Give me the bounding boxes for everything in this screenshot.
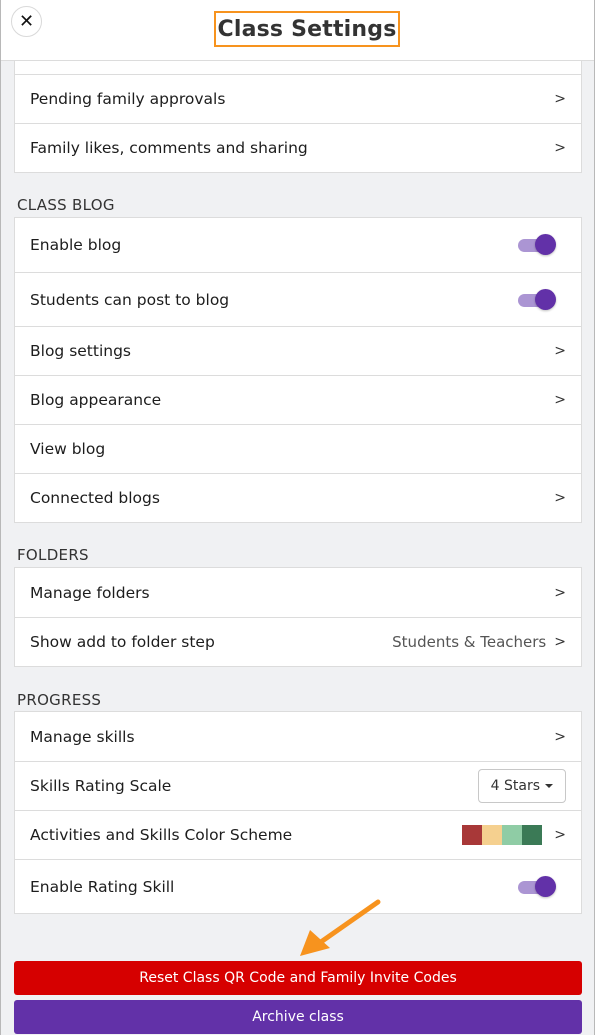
row-view-blog[interactable]: View blog: [15, 424, 581, 473]
row-label: Connected blogs: [30, 489, 160, 507]
caret-down-icon: [545, 784, 553, 788]
enable-rating-skill-toggle[interactable]: [518, 875, 556, 898]
row-label: Skills Rating Scale: [30, 777, 172, 795]
class-blog-card: Enable blog Students can post to blog Bl…: [14, 217, 582, 523]
row-color-scheme[interactable]: Activities and Skills Color Scheme >: [15, 810, 581, 859]
row-label: Activities and Skills Color Scheme: [30, 826, 293, 844]
row-skills-rating-scale: Skills Rating Scale 4 Stars: [15, 761, 581, 810]
row-label: Blog settings: [30, 342, 131, 360]
row-label: Family likes, comments and sharing: [30, 139, 308, 157]
row-connected-blogs[interactable]: Connected blogs >: [15, 473, 581, 522]
rating-scale-dropdown[interactable]: 4 Stars: [477, 769, 566, 803]
chevron-right-icon: >: [554, 584, 566, 601]
row-label: Show add to folder step: [30, 633, 215, 651]
row-label: Students can post to blog: [30, 290, 230, 309]
folders-card: Manage folders > Show add to folder step…: [14, 567, 582, 667]
row-manage-skills[interactable]: Manage skills >: [15, 712, 581, 761]
students-post-toggle[interactable]: [518, 288, 556, 311]
row-pending-family-approvals[interactable]: Pending family approvals >: [15, 74, 581, 123]
chevron-right-icon: >: [554, 140, 566, 156]
chevron-right-icon: >: [554, 634, 566, 650]
row-blog-appearance[interactable]: Blog appearance >: [15, 375, 581, 424]
color-swatch: [522, 825, 543, 845]
row-label: Blog appearance: [30, 391, 162, 409]
families-card: Pending family approvals > Family likes,…: [14, 60, 582, 173]
row-students-can-post[interactable]: Students can post to blog: [15, 272, 581, 326]
row-enable-blog[interactable]: Enable blog: [15, 218, 581, 272]
color-swatch: [482, 825, 503, 845]
color-swatch: [502, 825, 523, 845]
row-label: View blog: [30, 440, 106, 458]
row-value: Students & Teachers: [392, 633, 547, 651]
chevron-right-icon: >: [554, 490, 566, 506]
dropdown-value: 4 Stars: [490, 778, 540, 794]
color-swatch: [462, 825, 483, 845]
row-label: Manage skills: [30, 727, 135, 746]
chevron-right-icon: >: [554, 827, 566, 843]
section-heading-class-blog: CLASS BLOG: [17, 196, 115, 214]
reset-codes-button[interactable]: Reset Class QR Code and Family Invite Co…: [14, 961, 582, 995]
chevron-right-icon: >: [554, 392, 566, 408]
row-manage-folders[interactable]: Manage folders >: [15, 568, 581, 617]
row-show-add-to-folder-step[interactable]: Show add to folder step Students & Teach…: [15, 617, 581, 666]
annotation-arrow-icon: [300, 899, 381, 956]
close-button[interactable]: ✕: [11, 6, 42, 37]
enable-blog-toggle[interactable]: [518, 234, 556, 256]
page-title: Class Settings: [217, 16, 397, 42]
section-heading-folders: FOLDERS: [17, 546, 89, 564]
color-scheme-swatches: [462, 825, 543, 845]
section-heading-progress: PROGRESS: [17, 691, 102, 709]
row-label: Enable blog: [30, 236, 122, 254]
toggle-knob: [535, 234, 556, 255]
row-label: Pending family approvals: [30, 90, 226, 108]
header: ✕ Class Settings: [1, 0, 594, 61]
row-blog-settings[interactable]: Blog settings >: [15, 326, 581, 375]
title-highlight: Class Settings: [214, 11, 400, 47]
row-label: Manage folders: [30, 583, 150, 602]
toggle-knob: [535, 875, 556, 897]
row-label: Enable Rating Skill: [30, 877, 175, 896]
chevron-right-icon: >: [554, 343, 566, 359]
toggle-knob: [535, 288, 556, 310]
chevron-right-icon: >: [554, 91, 566, 107]
list-item-hidden[interactable]: [15, 61, 581, 74]
chevron-right-icon: >: [554, 728, 566, 745]
close-icon: ✕: [18, 10, 35, 32]
row-family-likes-comments-sharing[interactable]: Family likes, comments and sharing >: [15, 123, 581, 172]
archive-class-button[interactable]: Archive class: [14, 1000, 582, 1034]
progress-card: Manage skills > Skills Rating Scale 4 St…: [14, 711, 582, 914]
